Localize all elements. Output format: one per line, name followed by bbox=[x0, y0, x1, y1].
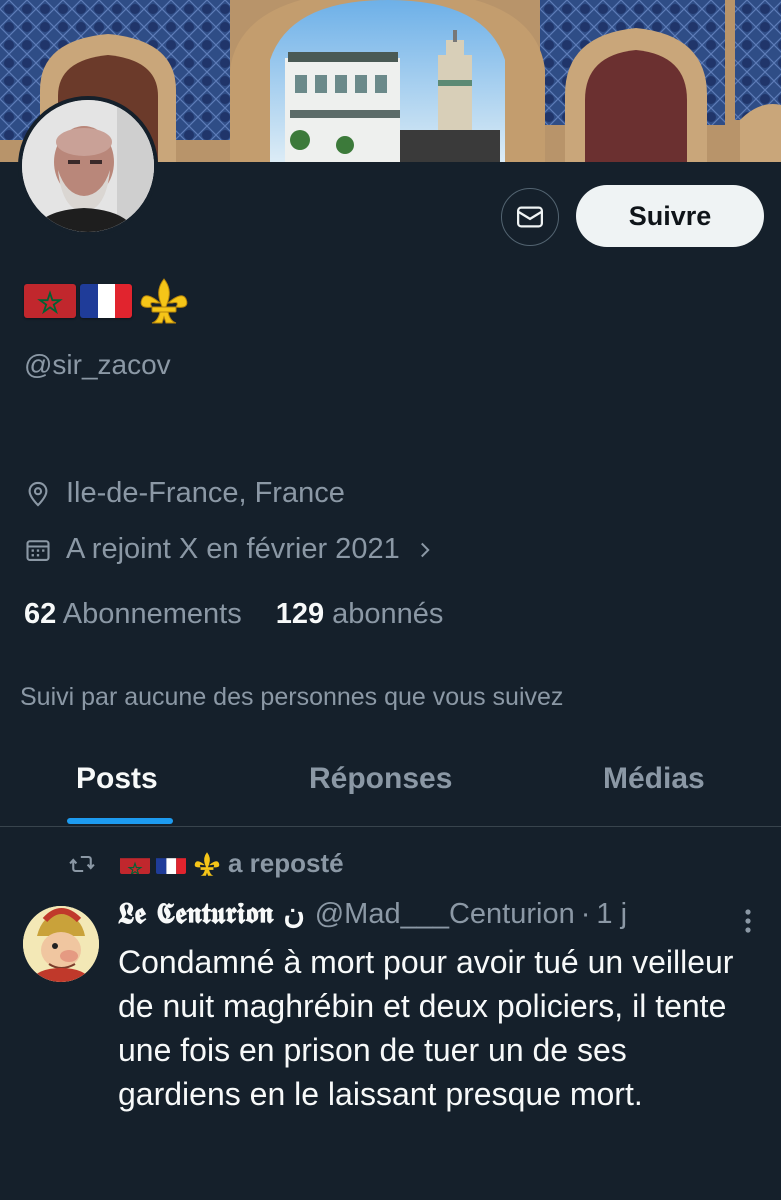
location-pin-icon bbox=[28, 481, 48, 507]
joined-row[interactable]: A rejoint X en février 2021 bbox=[24, 533, 436, 566]
post-more-button[interactable] bbox=[734, 906, 762, 936]
followers-stat[interactable]: 129 abonnés bbox=[276, 598, 444, 631]
location-row: Ile-de-France, France bbox=[24, 477, 345, 510]
profile-handle: @sir_zacov bbox=[24, 349, 171, 380]
following-count: 62 bbox=[24, 598, 57, 630]
post-author-name[interactable]: 𝕷𝖊 𝕮𝖊𝖓𝖙𝖚𝖗𝖎𝖔𝖓 ن bbox=[118, 896, 305, 931]
active-tab-indicator bbox=[67, 818, 173, 824]
repost-icon bbox=[69, 855, 95, 872]
post-text: Condamné à mort pour avoir tué un veille… bbox=[118, 944, 734, 1112]
morocco-flag-small-icon bbox=[120, 854, 150, 874]
tab-posts[interactable]: Posts bbox=[76, 762, 158, 796]
france-flag-icon bbox=[80, 284, 132, 318]
avatar-photo bbox=[22, 100, 154, 232]
calendar-icon bbox=[26, 539, 50, 561]
fleur-de-lis-icon bbox=[140, 278, 188, 324]
follow-stats: 62 Abonnements 129 abonnés bbox=[24, 598, 443, 631]
chevron-right-icon bbox=[420, 542, 430, 557]
following-label: Abonnements bbox=[62, 598, 242, 630]
tab-replies[interactable]: Réponses bbox=[309, 762, 452, 796]
tab-media[interactable]: Médias bbox=[603, 762, 705, 796]
display-name bbox=[24, 276, 192, 326]
message-button[interactable] bbox=[501, 188, 559, 246]
centurion-cartoon-avatar bbox=[23, 906, 99, 982]
post-author-avatar[interactable] bbox=[23, 906, 99, 982]
repost-context[interactable]: a reposté bbox=[64, 848, 344, 879]
fleur-de-lis-small-icon bbox=[194, 851, 220, 876]
followers-count: 129 bbox=[275, 598, 325, 630]
post-separator: · bbox=[580, 898, 591, 930]
follow-button[interactable]: Suivre bbox=[576, 185, 764, 247]
profile-avatar[interactable] bbox=[18, 96, 158, 236]
profile-page: Suivre @sir_zacov Ile-de-France, France … bbox=[0, 0, 781, 1200]
mail-icon bbox=[517, 206, 543, 228]
following-stat[interactable]: 62 Abonnements bbox=[24, 598, 242, 631]
profile-tabs: Posts Réponses Médias bbox=[0, 738, 781, 827]
repost-label: a reposté bbox=[228, 848, 344, 878]
post-header: 𝕷𝖊 𝕮𝖊𝖓𝖙𝖚𝖗𝖎𝖔𝖓 ن @Mad___Centurion · 1 j bbox=[118, 896, 627, 931]
joined-text: A rejoint X en février 2021 bbox=[66, 533, 400, 565]
post-author-handle[interactable]: @Mad___Centurion bbox=[315, 898, 575, 931]
followed-by-text: Suivi par aucune des personnes que vous … bbox=[20, 683, 564, 711]
followers-label: abonnés bbox=[332, 598, 444, 630]
france-flag-small-icon bbox=[156, 854, 186, 874]
location-text: Ile-de-France, France bbox=[66, 477, 345, 509]
post-time[interactable]: 1 j bbox=[596, 898, 627, 931]
more-vertical-icon bbox=[745, 909, 751, 933]
morocco-flag-icon bbox=[24, 284, 76, 318]
